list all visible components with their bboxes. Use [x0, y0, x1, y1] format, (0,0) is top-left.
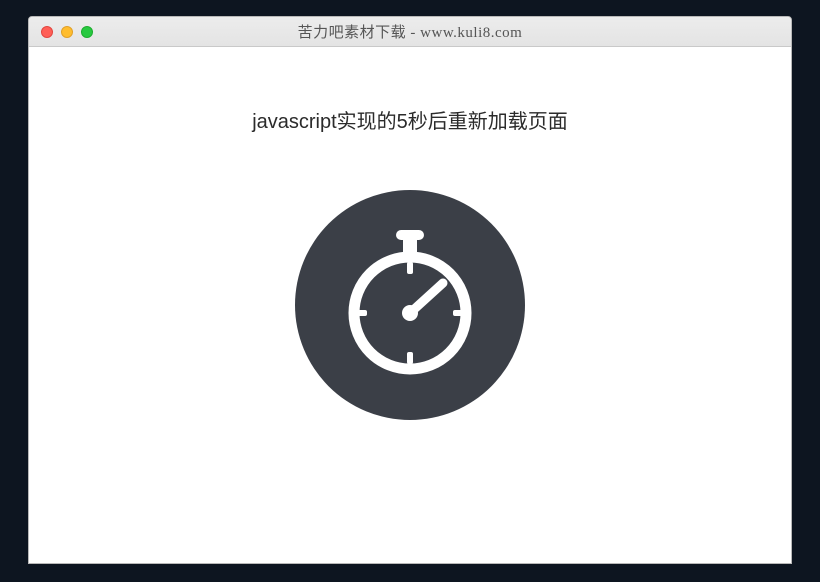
window-titlebar: 苦力吧素材下载 - www.kuli8.com — [29, 17, 791, 47]
stopwatch-icon — [340, 228, 480, 383]
page-content: javascript实现的5秒后重新加载页面 — [29, 47, 791, 563]
page-heading: javascript实现的5秒后重新加载页面 — [252, 105, 568, 134]
window-title: 苦力吧素材下载 - www.kuli8.com — [29, 21, 791, 42]
close-button[interactable] — [41, 26, 53, 38]
minimize-button[interactable] — [61, 26, 73, 38]
browser-window: 苦力吧素材下载 - www.kuli8.com javascript实现的5秒后… — [28, 16, 792, 564]
maximize-button[interactable] — [81, 26, 93, 38]
window-controls — [41, 26, 93, 38]
stopwatch-badge — [295, 190, 525, 420]
